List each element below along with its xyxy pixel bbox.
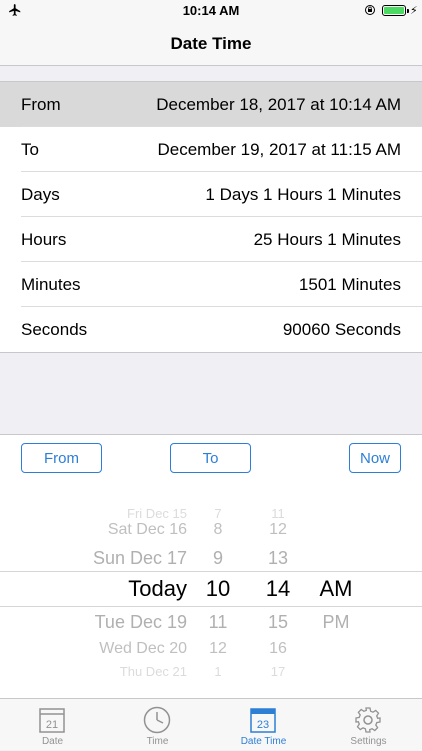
button-bar: From To Now: [0, 434, 422, 482]
page-title: Date Time: [170, 34, 252, 53]
picker-day-option[interactable]: Sun Dec 17: [40, 544, 187, 572]
row-to[interactable]: To December 19, 2017 at 11:15 AM: [0, 127, 422, 172]
row-value: December 19, 2017 at 11:15 AM: [157, 139, 401, 159]
row-label: To: [21, 139, 39, 159]
tab-label: Settings: [350, 736, 387, 747]
picker-day-selected[interactable]: Today: [40, 571, 187, 607]
row-label: From: [21, 94, 61, 114]
result-table: From December 18, 2017 at 10:14 AM To De…: [0, 81, 422, 353]
status-bar: 10:14 AM ⚡: [0, 0, 422, 22]
tab-time[interactable]: Time: [105, 699, 210, 751]
row-label: Seconds: [21, 319, 88, 339]
picker-hour-option[interactable]: 9: [198, 544, 238, 572]
clock-icon: [143, 706, 171, 734]
picker-minute-option[interactable]: 12: [258, 516, 298, 544]
navigation-bar: Date Time: [0, 22, 422, 66]
picker-hour-option[interactable]: 8: [198, 516, 238, 544]
row-seconds: Seconds 90060 Seconds: [0, 307, 422, 352]
row-value: 1501 Minutes: [298, 274, 401, 294]
picker-minute-column[interactable]: 11 12 13 14 15 16 17: [258, 482, 298, 698]
calendar-21-icon: 21: [39, 708, 65, 733]
picker-ampm-option[interactable]: PM: [312, 608, 360, 636]
status-time: 10:14 AM: [182, 3, 240, 18]
row-value: 25 Hours 1 Minutes: [253, 229, 401, 249]
picker-ampm-column[interactable]: AM PM: [312, 482, 360, 698]
picker-day-option[interactable]: Tue Dec 19: [40, 608, 187, 636]
battery-icon: [382, 5, 409, 16]
picker-minute-selected[interactable]: 14: [258, 571, 298, 607]
row-value: December 18, 2017 at 10:14 AM: [156, 94, 401, 114]
row-value: 90060 Seconds: [282, 319, 401, 339]
tab-settings[interactable]: Settings: [316, 699, 421, 751]
calendar-23-icon: 23: [250, 708, 276, 733]
row-label: Minutes: [21, 274, 81, 294]
gear-icon: [355, 707, 381, 733]
picker-hour-column[interactable]: 7 8 9 10 11 12 1: [198, 482, 238, 698]
to-button[interactable]: To: [170, 443, 251, 473]
row-label: Hours: [21, 229, 67, 249]
picker-hour-option[interactable]: 11: [198, 608, 238, 636]
row-days: Days 1 Days 1 Hours 1 Minutes: [0, 172, 422, 217]
charging-icon: ⚡: [410, 5, 418, 17]
tab-label: Time: [146, 736, 169, 747]
picker-ampm-selected[interactable]: AM: [312, 571, 360, 607]
tab-label: Date: [41, 736, 64, 747]
from-button[interactable]: From: [21, 443, 102, 473]
picker-minute-option[interactable]: 15: [258, 608, 298, 636]
tab-date[interactable]: 21 Date: [0, 699, 105, 751]
picker-day-option[interactable]: Thu Dec 21: [40, 658, 187, 686]
picker-day-column[interactable]: Fri Dec 15 Sat Dec 16 Sun Dec 17 Today T…: [40, 482, 187, 698]
picker-minute-option[interactable]: 13: [258, 544, 298, 572]
picker-day-option[interactable]: Sat Dec 16: [40, 516, 187, 544]
row-minutes: Minutes 1501 Minutes: [0, 262, 422, 307]
picker-minute-option[interactable]: 17: [258, 658, 298, 686]
row-hours: Hours 25 Hours 1 Minutes: [0, 217, 422, 262]
picker-hour-selected[interactable]: 10: [198, 571, 238, 607]
tab-date-time[interactable]: 23 Date Time: [211, 699, 316, 751]
picker-hour-option[interactable]: 1: [198, 658, 238, 686]
row-label: Days: [21, 184, 60, 204]
tab-label: Date Time: [240, 736, 287, 747]
tab-bar: 21 Date Time 23 Date Time Settings: [0, 698, 422, 750]
svg-text:23: 23: [257, 719, 269, 731]
row-from[interactable]: From December 18, 2017 at 10:14 AM: [0, 82, 422, 127]
date-time-picker[interactable]: Fri Dec 15 Sat Dec 16 Sun Dec 17 Today T…: [0, 482, 422, 698]
orientation-lock-icon: [365, 5, 375, 15]
now-button[interactable]: Now: [349, 443, 401, 473]
svg-text:21: 21: [46, 719, 58, 731]
row-value: 1 Days 1 Hours 1 Minutes: [205, 184, 401, 204]
